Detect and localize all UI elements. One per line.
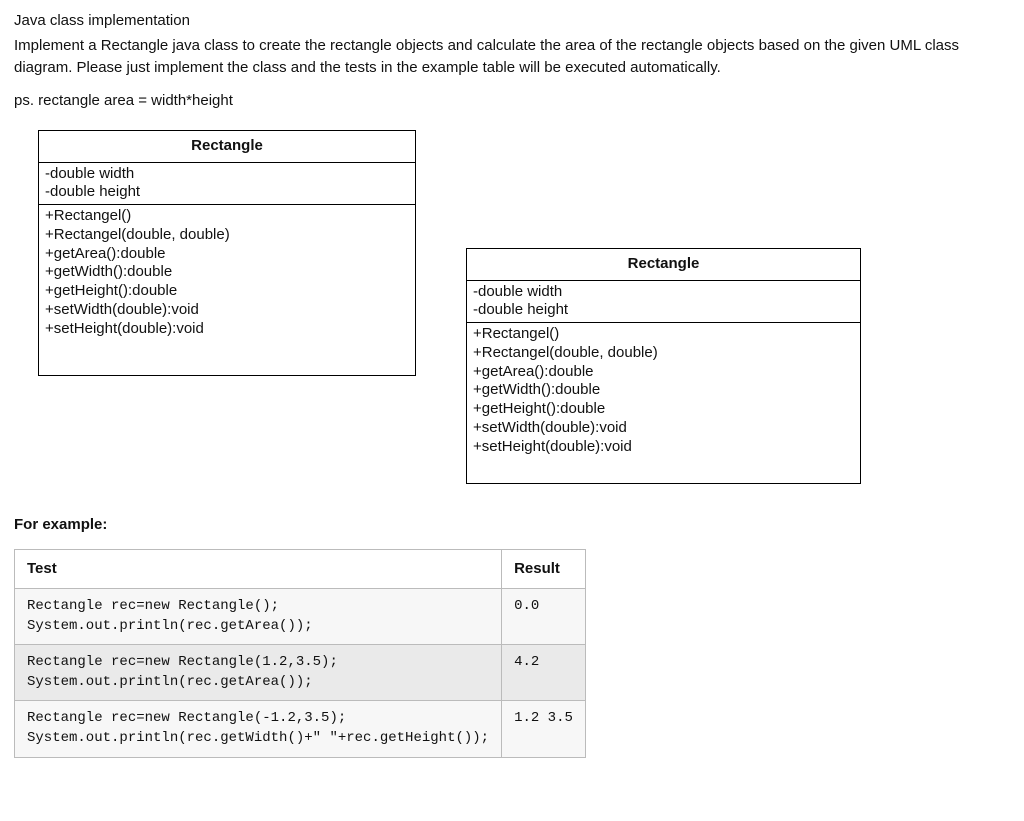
uml-method: +Rectangel(double, double) bbox=[473, 344, 854, 363]
uml-method: +Rectangel(double, double) bbox=[45, 226, 409, 245]
uml-diagram-left: Rectangle -double width -double height +… bbox=[38, 130, 416, 376]
table-row: Rectangle rec=new Rectangle(-1.2,3.5); S… bbox=[15, 701, 586, 757]
uml-attr: -double height bbox=[45, 183, 409, 202]
uml-attributes: -double width -double height bbox=[39, 163, 415, 206]
table-row: Rectangle rec=new Rectangle(); System.ou… bbox=[15, 589, 586, 645]
example-heading: For example: bbox=[14, 514, 1010, 537]
uml-method: +setHeight(double):void bbox=[473, 438, 854, 457]
uml-class-name: Rectangle bbox=[467, 249, 860, 281]
uml-method: +setHeight(double):void bbox=[45, 320, 409, 339]
result-cell: 4.2 bbox=[502, 645, 586, 701]
uml-method: +Rectangel() bbox=[45, 207, 409, 226]
uml-diagrams: Rectangle -double width -double height +… bbox=[38, 130, 1010, 484]
uml-attributes: -double width -double height bbox=[467, 281, 860, 324]
uml-attr: -double width bbox=[45, 165, 409, 184]
uml-attr: -double width bbox=[473, 283, 854, 302]
uml-method: +getWidth():double bbox=[45, 263, 409, 282]
uml-method: +setWidth(double):void bbox=[45, 301, 409, 320]
uml-method: +getArea():double bbox=[45, 245, 409, 264]
uml-method: +getWidth():double bbox=[473, 381, 854, 400]
table-header-result: Result bbox=[502, 549, 586, 589]
uml-method: +getHeight():double bbox=[473, 400, 854, 419]
uml-class-name: Rectangle bbox=[39, 131, 415, 163]
example-table: Test Result Rectangle rec=new Rectangle(… bbox=[14, 549, 586, 758]
uml-method: +setWidth(double):void bbox=[473, 419, 854, 438]
page-ps: ps. rectangle area = width*height bbox=[14, 90, 1010, 113]
result-cell: 0.0 bbox=[502, 589, 586, 645]
uml-method: +getHeight():double bbox=[45, 282, 409, 301]
uml-method: +getArea():double bbox=[473, 363, 854, 382]
table-header-test: Test bbox=[15, 549, 502, 589]
uml-method: +Rectangel() bbox=[473, 325, 854, 344]
test-cell: Rectangle rec=new Rectangle(1.2,3.5); Sy… bbox=[15, 645, 502, 701]
test-cell: Rectangle rec=new Rectangle(); System.ou… bbox=[15, 589, 502, 645]
page-description: Implement a Rectangle java class to crea… bbox=[14, 35, 1010, 80]
table-row: Rectangle rec=new Rectangle(1.2,3.5); Sy… bbox=[15, 645, 586, 701]
uml-methods: +Rectangel() +Rectangel(double, double) … bbox=[467, 323, 860, 483]
uml-methods: +Rectangel() +Rectangel(double, double) … bbox=[39, 205, 415, 375]
uml-attr: -double height bbox=[473, 301, 854, 320]
result-cell: 1.2 3.5 bbox=[502, 701, 586, 757]
page-title: Java class implementation bbox=[14, 10, 1010, 33]
test-cell: Rectangle rec=new Rectangle(-1.2,3.5); S… bbox=[15, 701, 502, 757]
uml-diagram-right: Rectangle -double width -double height +… bbox=[466, 248, 861, 484]
